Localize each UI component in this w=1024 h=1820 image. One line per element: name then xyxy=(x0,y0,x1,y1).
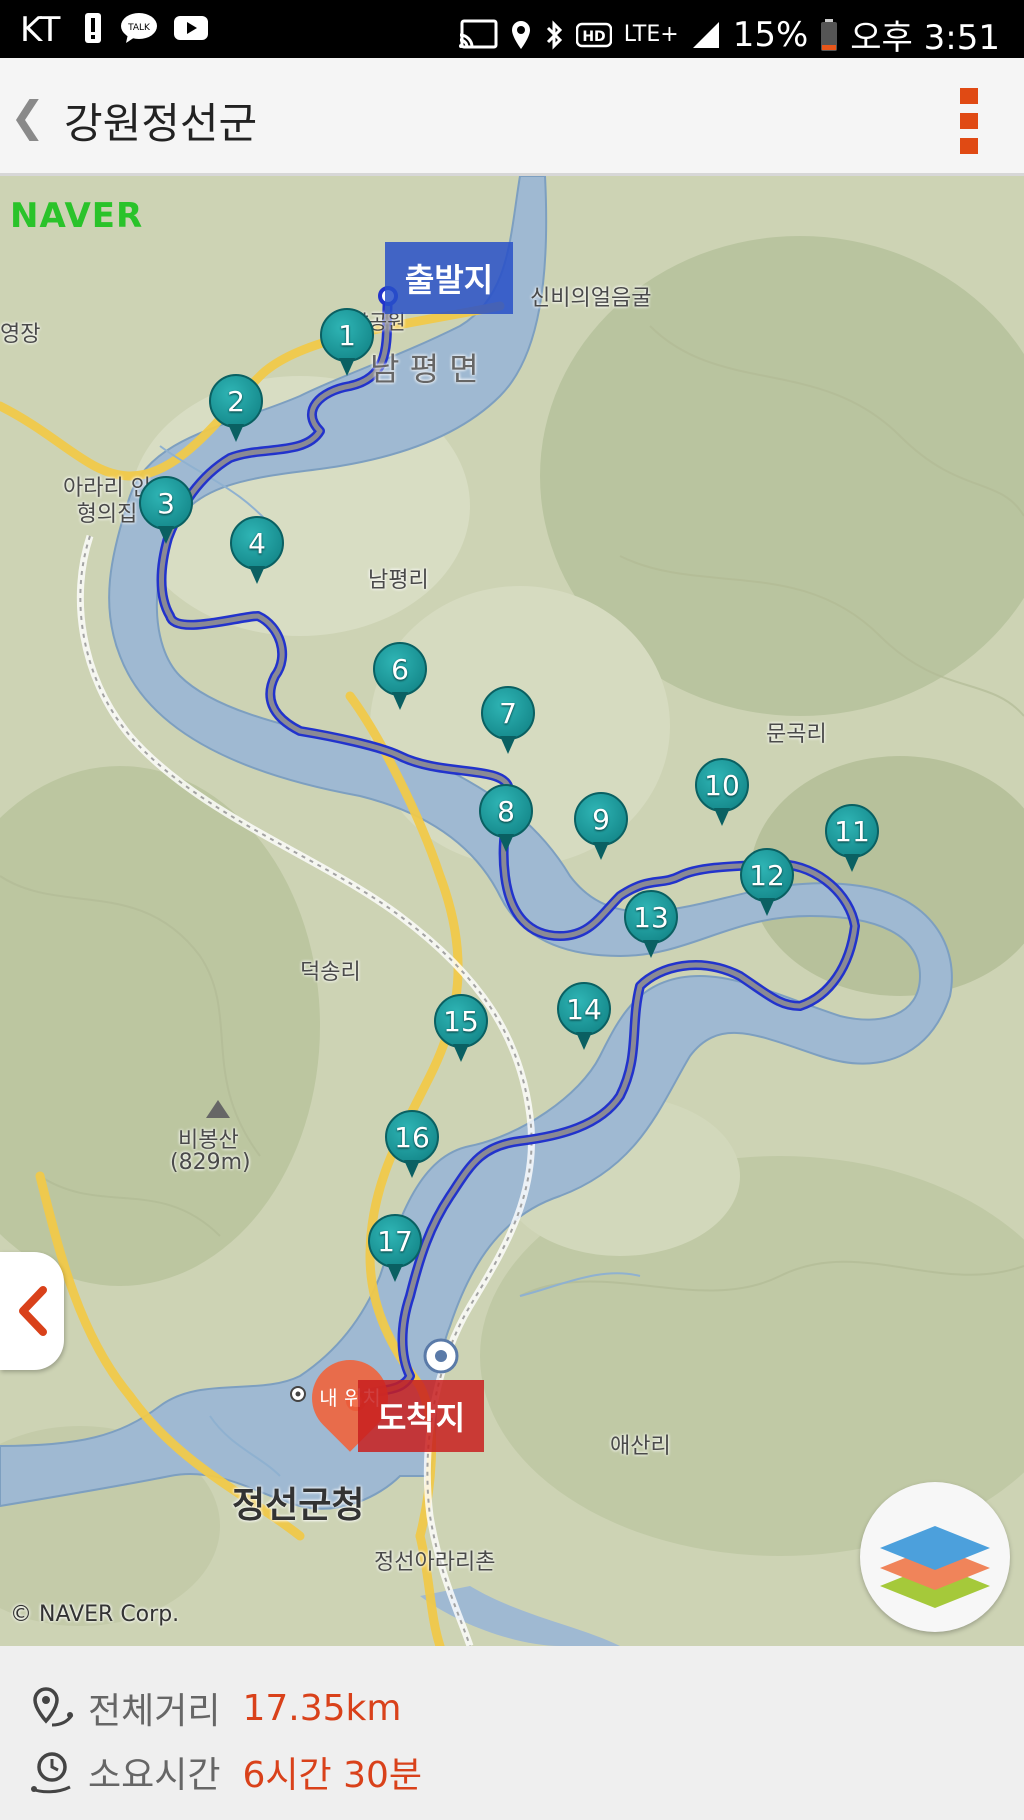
waypoint-marker[interactable]: 6 xyxy=(373,642,427,714)
layers-button[interactable] xyxy=(860,1482,1010,1632)
menu-dot-icon xyxy=(960,88,978,104)
start-label[interactable]: 출발지 xyxy=(385,242,513,314)
status-bar: KT TALK HD LTE+ 15% 오후 3:51 xyxy=(0,0,1024,58)
side-panel-toggle[interactable] xyxy=(0,1252,64,1370)
bluetooth-icon xyxy=(544,15,564,55)
hd-voice-icon: HD xyxy=(575,15,612,55)
waypoint-marker[interactable]: 8 xyxy=(479,784,533,856)
map-copyright: © NAVER Corp. xyxy=(10,1602,180,1627)
duration-label: 소요시간 xyxy=(88,1755,221,1796)
waypoint-marker[interactable]: 11 xyxy=(825,804,879,876)
waypoint-number: 10 xyxy=(695,758,749,812)
end-label[interactable]: 도착지 xyxy=(358,1380,484,1452)
battery-icon xyxy=(820,15,838,55)
location-icon xyxy=(510,15,532,55)
naver-logo: NAVER xyxy=(10,196,144,236)
back-button[interactable]: ❮ xyxy=(10,92,45,141)
waypoint-marker[interactable]: 7 xyxy=(481,686,535,758)
route-distance-icon xyxy=(33,1687,74,1727)
place-label-aesanri: 애산리 xyxy=(610,1434,671,1459)
place-label-county-office: 정선군청 xyxy=(232,1485,365,1526)
carrier-label: KT xyxy=(20,10,61,50)
map-canvas xyxy=(0,176,1024,1646)
duration-value: 6시간 30분 xyxy=(242,1755,423,1796)
place-label-nampyeong-myeon: 남 평 면 xyxy=(370,350,479,388)
waypoint-marker[interactable]: 16 xyxy=(385,1110,439,1182)
waypoint-number: 13 xyxy=(624,890,678,944)
notification-icons: TALK xyxy=(82,8,208,48)
waypoint-number: 15 xyxy=(434,994,488,1048)
place-label-arari-village: 정선아라리촌 xyxy=(374,1550,496,1575)
waypoint-number: 12 xyxy=(740,848,794,902)
duration-row: 소요시간 6시간 30분 xyxy=(28,1746,422,1798)
kakaotalk-icon: TALK xyxy=(120,8,158,48)
map-view[interactable]: NAVER 신비의얼음굴 난향공원 남 평 면 영장 아라리 인형의집 남평리 … xyxy=(0,176,1024,1646)
overflow-menu-button[interactable] xyxy=(960,88,978,154)
route-info-panel: 전체거리 17.35km 소요시간 6시간 30분 xyxy=(0,1646,1024,1820)
page-title: 강원정선군 xyxy=(64,99,258,148)
place-label-deoksongri: 덕송리 xyxy=(300,960,361,985)
distance-label: 전체거리 xyxy=(88,1691,221,1732)
waypoint-marker[interactable]: 1 xyxy=(320,308,374,380)
waypoint-number: 8 xyxy=(479,784,533,838)
signal-icon xyxy=(691,15,721,55)
waypoint-number: 9 xyxy=(574,792,628,846)
chevron-left-icon xyxy=(19,1286,47,1336)
distance-value: 17.35km xyxy=(242,1687,402,1729)
waypoint-marker[interactable]: 12 xyxy=(740,848,794,920)
waypoint-marker[interactable]: 10 xyxy=(695,758,749,830)
route-time-icon xyxy=(31,1752,71,1794)
battery-percent: 15% xyxy=(732,14,809,55)
network-type-label: LTE+ xyxy=(623,22,679,47)
place-label-yeongjang: 영장 xyxy=(0,322,41,347)
place-label-bibongsan-height: (829m) xyxy=(170,1150,251,1175)
app-bar: ❮ 강원정선군 xyxy=(0,58,1024,176)
waypoint-number: 14 xyxy=(557,982,611,1036)
system-status: HD LTE+ 15% 오후 3:51 xyxy=(458,10,1000,59)
menu-dot-icon xyxy=(960,113,978,129)
waypoint-marker[interactable]: 2 xyxy=(209,374,263,446)
alert-icon xyxy=(82,8,104,48)
waypoint-number: 6 xyxy=(373,642,427,696)
cast-icon xyxy=(458,15,498,55)
waypoint-marker[interactable]: 13 xyxy=(624,890,678,962)
waypoint-marker[interactable]: 15 xyxy=(434,994,488,1066)
clock: 오후 3:51 xyxy=(850,18,1000,58)
waypoint-number: 17 xyxy=(368,1214,422,1268)
svg-text:HD: HD xyxy=(582,29,605,45)
waypoint-number: 7 xyxy=(481,686,535,740)
waypoint-marker[interactable]: 17 xyxy=(368,1214,422,1286)
waypoint-number: 16 xyxy=(385,1110,439,1164)
waypoint-number: 3 xyxy=(139,476,193,530)
waypoint-marker[interactable]: 9 xyxy=(574,792,628,864)
waypoint-marker[interactable]: 4 xyxy=(230,516,284,588)
waypoint-number: 4 xyxy=(230,516,284,570)
distance-row: 전체거리 17.35km xyxy=(28,1682,401,1734)
svg-text:TALK: TALK xyxy=(127,23,151,33)
youtube-icon xyxy=(174,8,208,48)
waypoint-number: 11 xyxy=(825,804,879,858)
place-label-nampyeongri: 남평리 xyxy=(368,568,429,593)
waypoint-number: 2 xyxy=(209,374,263,428)
waypoint-number: 1 xyxy=(320,308,374,362)
layers-icon xyxy=(880,1526,990,1608)
place-label-mungokri: 문곡리 xyxy=(766,722,827,747)
waypoint-marker[interactable]: 3 xyxy=(139,476,193,548)
menu-dot-icon xyxy=(960,138,978,154)
waypoint-marker[interactable]: 14 xyxy=(557,982,611,1054)
place-label-cave: 신비의얼음굴 xyxy=(530,286,652,311)
